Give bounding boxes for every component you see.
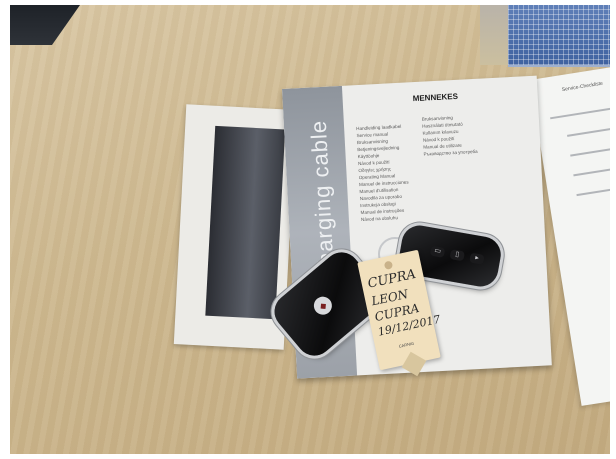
document-line xyxy=(567,125,610,137)
document-line xyxy=(570,145,610,157)
tag-dealer: CARNIG xyxy=(398,340,415,349)
brand-logo-icon: ◆ xyxy=(310,293,336,319)
language-list-left: Handleiding laadkabel Service manual Bruks… xyxy=(356,123,411,223)
document-heading: Service-Checkliste xyxy=(561,80,604,94)
tag-hole xyxy=(383,260,394,270)
trunk-button-icon: ▸ xyxy=(469,252,485,265)
document-line xyxy=(573,165,610,177)
booklet-cover-image xyxy=(205,125,286,320)
photo: Service-Checkliste charging cable MENNEK… xyxy=(10,5,610,454)
blue-crate xyxy=(508,5,610,67)
manual-language-item: Návod na obsluhu xyxy=(360,215,399,223)
tag-line-1: CUPRA xyxy=(366,266,418,292)
document-line xyxy=(576,186,610,197)
unlock-button-icon: ▯ xyxy=(449,249,466,262)
manual-language-item: Ръководство за употреба xyxy=(423,148,478,157)
lock-button-icon: ▭ xyxy=(429,245,446,258)
language-list-right: Bruksanvisning Használati útmutató Kullanı… xyxy=(422,113,478,158)
manual-brand: MENNEKES xyxy=(412,91,459,104)
document-line xyxy=(550,106,610,120)
